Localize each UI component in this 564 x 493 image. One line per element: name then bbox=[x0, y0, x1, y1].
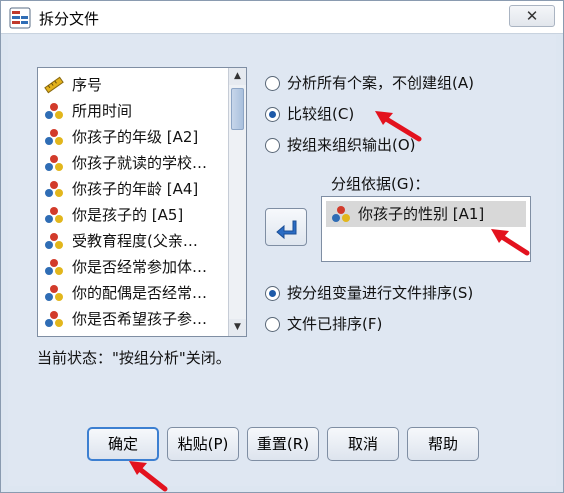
radio-analyze-all[interactable] bbox=[265, 76, 280, 91]
title-bar: 拆分文件 ✕ bbox=[1, 1, 563, 34]
variable-list-item[interactable]: 你孩子的年龄 [A4] bbox=[42, 176, 226, 202]
variable-list-item[interactable]: 你孩子的年级 [A2] bbox=[42, 124, 226, 150]
nominal-variable-icon bbox=[45, 103, 63, 119]
radio-already-sorted[interactable] bbox=[265, 317, 280, 332]
variable-label: 所用时间 bbox=[72, 102, 133, 120]
variable-label: 你孩子的年龄 [A4] bbox=[72, 180, 199, 198]
close-button[interactable]: ✕ bbox=[509, 5, 555, 27]
variable-list-item[interactable]: 你孩子就读的学校… bbox=[42, 150, 226, 176]
help-button[interactable]: 帮助 bbox=[407, 427, 479, 461]
group-by-label: 分组依据(G)： bbox=[331, 175, 430, 193]
split-file-dialog: 拆分文件 ✕ 序号所用时间你孩子的年级 [A2] 你孩子就读的学校… 你孩子的年龄 … bbox=[0, 0, 564, 493]
reset-button[interactable]: 重置(R) bbox=[247, 427, 319, 461]
scroll-thumb[interactable] bbox=[231, 88, 244, 130]
nominal-variable-icon bbox=[45, 129, 63, 145]
variable-label: 你孩子就读的学校… bbox=[72, 154, 208, 172]
move-variable-button[interactable] bbox=[265, 208, 307, 246]
nominal-variable-icon bbox=[45, 155, 63, 171]
radio-compare-groups[interactable] bbox=[265, 107, 280, 122]
variable-label: 你是孩子的 [A5] bbox=[72, 206, 184, 224]
nominal-variable-icon bbox=[45, 233, 63, 249]
variable-list-item[interactable]: 你是孩子的 [A5] bbox=[42, 202, 226, 228]
current-status: 当前状态："按组分析"关闭。 bbox=[37, 349, 231, 367]
variable-list-item[interactable]: 你是否经常参加体… bbox=[42, 254, 226, 280]
option-analyze-all-label: 分析所有个案，不创建组(A) bbox=[287, 74, 474, 92]
variable-label: 你是否希望孩子参… bbox=[72, 310, 208, 328]
cancel-button[interactable]: 取消 bbox=[327, 427, 399, 461]
option-organize-output-label: 按组来组织输出(O) bbox=[287, 136, 416, 154]
variable-label: 你是否经常参加体… bbox=[72, 258, 208, 276]
nominal-variable-icon bbox=[44, 336, 64, 337]
paste-button[interactable]: 粘贴(P) bbox=[167, 427, 239, 461]
option-compare-groups-label: 比较组(C) bbox=[287, 105, 355, 123]
variable-list-item[interactable]: 序号 bbox=[42, 72, 226, 98]
variable-list-scrollbar[interactable]: ▲ ▼ bbox=[228, 68, 246, 336]
scroll-up-arrow-icon[interactable]: ▲ bbox=[229, 68, 246, 85]
split-file-app-icon bbox=[9, 7, 31, 29]
variable-label: 序号 bbox=[72, 76, 103, 94]
group-by-item-label: 你孩子的性别 [A1] bbox=[358, 205, 485, 223]
group-by-item[interactable]: 你孩子的性别 [A1] bbox=[326, 201, 526, 227]
arrow-left-icon bbox=[276, 220, 297, 240]
variable-list-item[interactable]: 你是否希望孩子参… bbox=[42, 306, 226, 332]
window-title: 拆分文件 bbox=[39, 10, 100, 28]
nominal-variable-icon bbox=[332, 206, 350, 222]
radio-organize-output[interactable] bbox=[265, 138, 280, 153]
scroll-down-arrow-icon[interactable]: ▼ bbox=[229, 319, 246, 336]
nominal-variable-icon bbox=[45, 311, 63, 327]
nominal-variable-icon bbox=[45, 285, 63, 301]
ruler-scale-icon bbox=[44, 76, 64, 94]
variable-list-item[interactable]: 你的孩子是否参加… bbox=[42, 332, 226, 337]
nominal-variable-icon bbox=[45, 207, 63, 223]
variable-label: 你孩子的年级 [A2] bbox=[72, 128, 199, 146]
option-sort-by-group-label: 按分组变量进行文件排序(S) bbox=[287, 284, 474, 302]
variable-label: 你的孩子是否参加… bbox=[72, 332, 207, 336]
variable-list-item[interactable]: 你的配偶是否经常… bbox=[42, 280, 226, 306]
variable-list[interactable]: 序号所用时间你孩子的年级 [A2] 你孩子就读的学校… 你孩子的年龄 [A4] 你是孩… bbox=[37, 67, 247, 337]
close-icon: ✕ bbox=[525, 7, 539, 25]
nominal-variable-icon bbox=[45, 259, 63, 275]
group-by-list[interactable]: 你孩子的性别 [A1] bbox=[321, 196, 531, 262]
variable-label: 你的配偶是否经常… bbox=[72, 284, 208, 302]
variable-label: 受教育程度(父亲… bbox=[72, 232, 198, 250]
variable-list-item[interactable]: 受教育程度(父亲… bbox=[42, 228, 226, 254]
radio-sort-by-group[interactable] bbox=[265, 286, 280, 301]
nominal-variable-icon bbox=[45, 181, 63, 197]
variable-list-item[interactable]: 所用时间 bbox=[42, 98, 226, 124]
option-already-sorted-label: 文件已排序(F) bbox=[287, 315, 383, 333]
ok-button[interactable]: 确定 bbox=[87, 427, 159, 461]
